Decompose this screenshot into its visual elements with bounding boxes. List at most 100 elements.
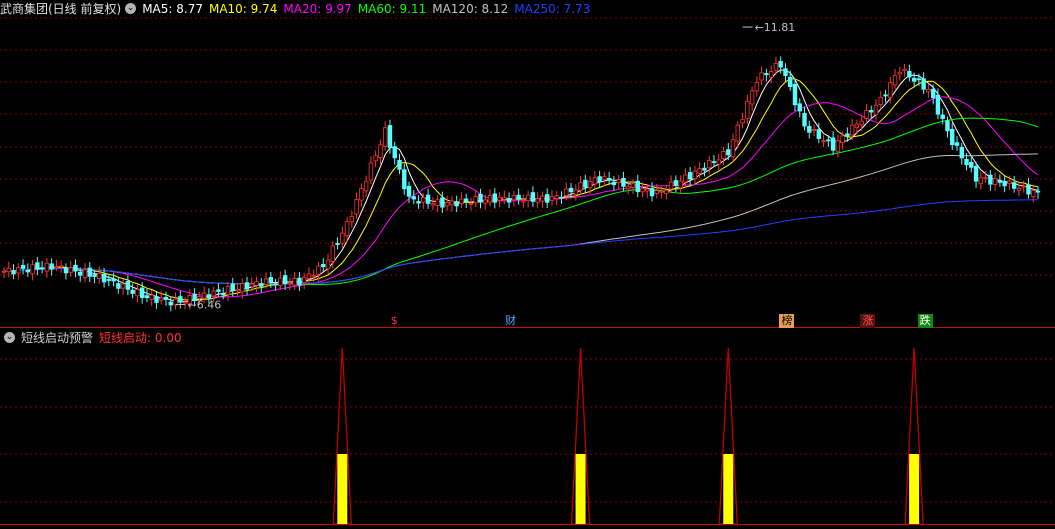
ma-label: MA5: 8.77 [142,2,203,16]
candle-body [440,197,445,208]
candle-body [716,159,721,165]
candle-body [783,68,788,76]
candle-body [325,259,331,270]
candle-body [545,194,550,203]
candle-body [254,281,259,286]
candle-body [68,267,73,273]
candle-body [178,296,183,303]
chevron-down-icon[interactable]: ⌄ [4,332,15,343]
candle-body [301,276,307,284]
candle-body [921,78,926,90]
candle-body [335,243,340,245]
candle-body [249,283,254,288]
candle-body [606,177,612,181]
candle-body [664,190,669,194]
candle-body [240,283,245,293]
candle-body [802,113,807,127]
candle-body [964,158,969,166]
ma-line [3,96,1039,298]
ma-label: MA60: 9.11 [357,2,427,16]
candle-body [63,268,69,274]
candle-body [487,195,493,203]
candle-body [897,71,903,75]
main-chart-header: 武商集团(日线 前复权) ⌄ MA5: 8.77 MA10: 9.74 MA20: 9.… [0,0,602,18]
candle-body [573,189,578,195]
candle-body [297,277,302,286]
candle-body [273,283,278,286]
candle-body [287,282,293,284]
candle-body [873,104,879,116]
candle-body [549,196,555,201]
candle-body [373,155,378,162]
candle-body [1002,180,1007,187]
candle-body [1026,184,1031,195]
candle-body [306,273,312,279]
candle-body [449,200,455,206]
candle-body [935,94,941,115]
candle-body [149,294,154,301]
candle-body [497,196,502,201]
candle-body [278,277,283,286]
candle-body [78,271,83,276]
candle-body [483,199,488,204]
candle-body [597,176,602,182]
candle-body [330,245,335,262]
candle-body [807,126,812,133]
candle-body [1021,185,1026,188]
candle-body [830,137,836,151]
event-tag[interactable]: 跌 [917,314,933,328]
candle-body [740,118,745,124]
signal-spikes [332,347,924,525]
candle-body [616,179,621,183]
candlesticks [1,56,1041,312]
candle-body [626,186,631,190]
ma-label: MA10: 9.74 [208,2,278,16]
candle-body [940,114,945,119]
candle-body [611,181,617,186]
candle-body [116,283,121,289]
candle-body [506,197,512,203]
candle-body [144,295,150,299]
candle-body [1011,182,1017,189]
candle-body [973,166,979,182]
candle-body [244,282,250,290]
candle-body [749,90,755,105]
candle-body [730,139,736,158]
signal-bar [337,454,348,524]
candle-body [435,199,440,206]
candle-body [792,83,798,106]
candle-body [259,283,264,287]
candle-body [39,267,45,270]
candle-body [983,177,988,180]
candle-body [416,201,421,204]
event-tag[interactable]: 榜 [779,314,795,328]
ma-legend: MA5: 8.77 MA10: 9.74 MA20: 9.97 MA60: 9.11 M… [142,2,596,16]
grid-lines [0,17,1055,525]
candle-body [378,144,383,159]
candle-body [464,198,469,202]
candle-body [125,280,131,290]
candle-body [778,61,783,68]
candle-body [930,88,936,99]
candle-body [592,177,598,185]
candle-body [87,267,92,277]
candle-body [969,162,974,168]
chevron-down-icon[interactable]: ⌄ [125,3,137,14]
candle-body [721,151,726,159]
candle-body [954,142,960,146]
candle-body [201,292,207,299]
event-tag[interactable]: 涨 [860,314,876,328]
event-tag[interactable]: 财 [503,314,518,328]
candle-body [425,194,431,204]
candle-body [101,273,107,283]
candle-body [602,176,607,180]
candle-body [759,72,764,81]
candle-body [849,124,855,136]
candle-body [568,187,574,193]
candle-body [106,279,112,281]
candle-body [654,190,660,194]
candle-body [959,146,964,159]
candle-body [754,82,760,92]
candle-body [645,188,650,192]
event-tag[interactable]: $ [389,314,400,328]
